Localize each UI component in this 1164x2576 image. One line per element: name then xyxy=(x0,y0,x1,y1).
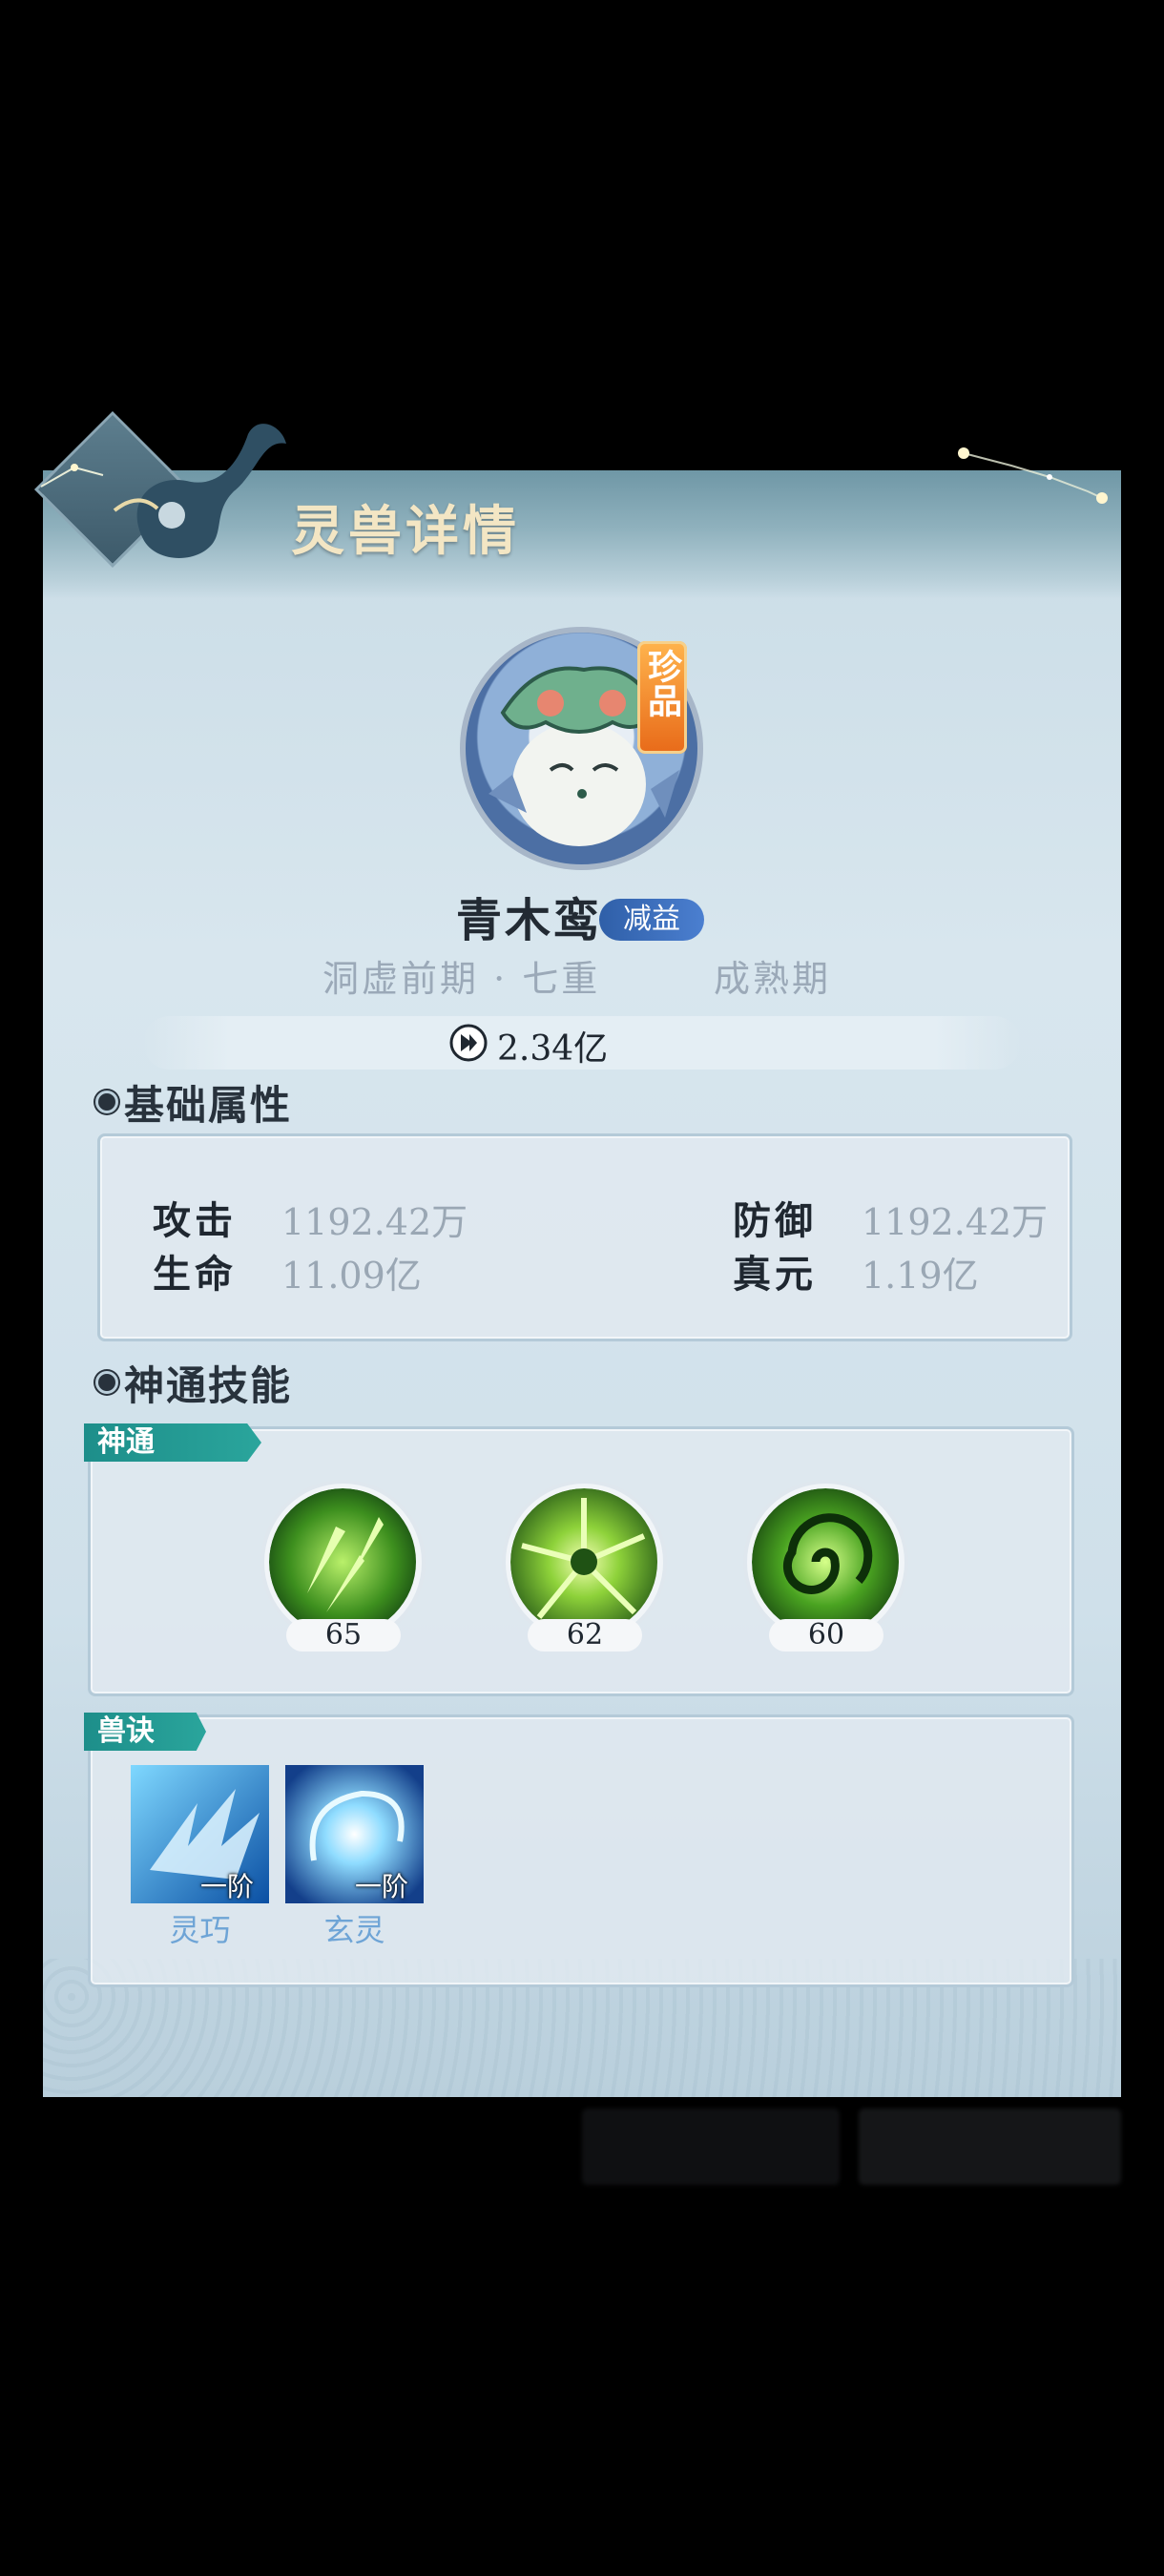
shoujue-name-2: 玄灵 xyxy=(323,1912,385,1948)
stat-value-hp: 11.09亿 xyxy=(281,1255,422,1297)
stat-value-defense: 1192.42万 xyxy=(862,1201,1049,1243)
shoujue-name-1: 灵巧 xyxy=(169,1912,231,1948)
stat-label-defense: 防御 xyxy=(733,1198,817,1243)
tab-shentong: 神通 xyxy=(84,1423,261,1462)
pet-name: 青木鸾 xyxy=(456,894,603,947)
green-burst-skill-icon xyxy=(510,1488,657,1635)
page-title: 灵兽详情 xyxy=(291,500,520,563)
stat-value-mana: 1.19亿 xyxy=(862,1255,979,1297)
section-bullet-icon xyxy=(95,1371,118,1394)
pet-growth-stage: 成熟期 xyxy=(714,958,832,1000)
rarity-badge: 珍品 xyxy=(637,641,687,754)
pet-role-tag: 减益 xyxy=(599,899,704,941)
constellation-decoration xyxy=(958,447,1108,504)
shoujue-rank-1: 一阶 xyxy=(200,1871,255,1902)
stat-label-attack: 攻击 xyxy=(153,1198,237,1243)
blurred-button-left[interactable] xyxy=(582,2109,840,2185)
pet-realm: 洞虚前期 · 七重 xyxy=(322,958,601,1000)
green-vortex-skill-icon xyxy=(752,1488,899,1635)
shoujue-rank-2: 一阶 xyxy=(355,1871,409,1902)
stat-value-attack: 1192.42万 xyxy=(281,1201,468,1243)
blurred-button-right[interactable] xyxy=(859,2109,1121,2185)
section-bullet-icon xyxy=(95,1091,118,1113)
tab-shoujue: 兽诀 xyxy=(84,1713,206,1751)
green-shards-skill-icon xyxy=(269,1488,416,1635)
combat-power-value: 2.34亿 xyxy=(497,1029,609,1069)
basic-attributes-title: 基础属性 xyxy=(124,1082,293,1129)
combat-power-icon xyxy=(449,1024,488,1062)
skills-title: 神通技能 xyxy=(124,1362,293,1409)
skill-level-1: 65 xyxy=(286,1619,401,1652)
stat-label-mana: 真元 xyxy=(733,1252,817,1297)
constellation-left-decoration xyxy=(40,464,104,488)
skill-level-2: 62 xyxy=(528,1619,642,1652)
stat-label-hp: 生命 xyxy=(153,1252,237,1297)
skill-level-3: 60 xyxy=(769,1619,883,1652)
